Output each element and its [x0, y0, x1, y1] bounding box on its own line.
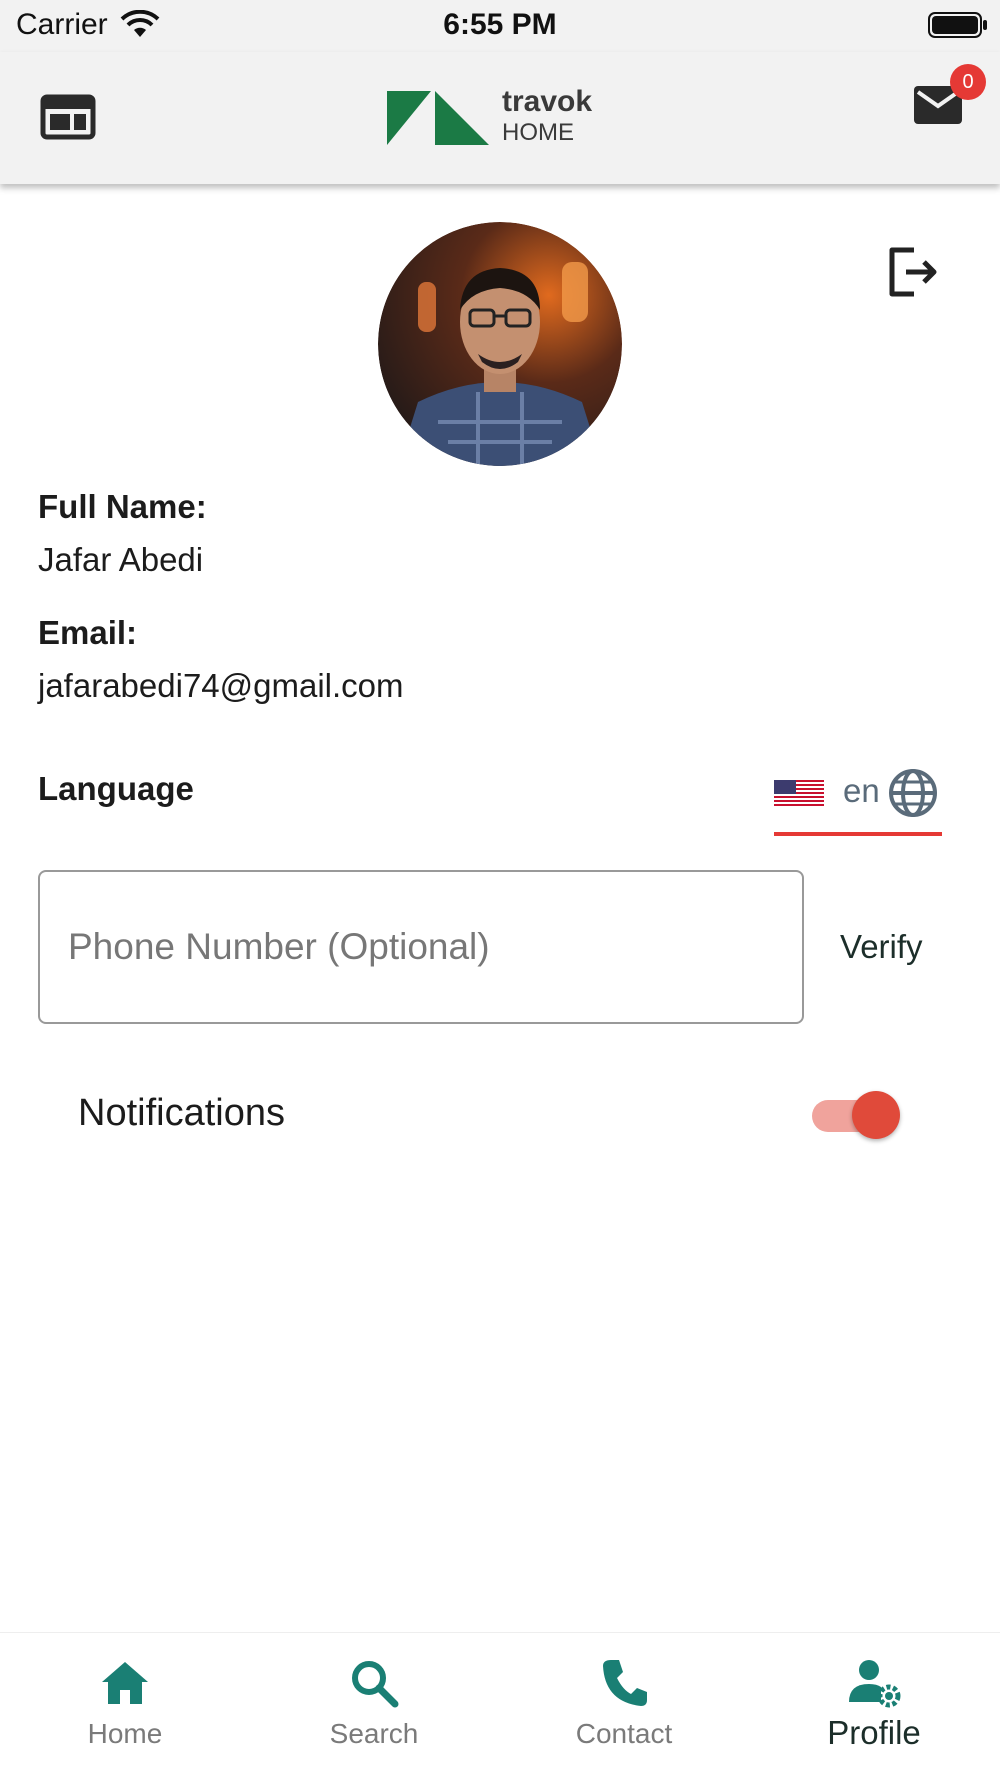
notifications-label: Notifications	[78, 1092, 285, 1134]
full-name-label: Full Name:	[38, 488, 207, 525]
phone-number-input[interactable]	[38, 870, 804, 1024]
search-icon	[352, 1661, 399, 1708]
email-value: jafarabedi74@gmail.com	[38, 667, 404, 704]
nav-profile[interactable]: Profile	[774, 1648, 974, 1768]
profile-avatar[interactable]	[378, 222, 622, 466]
logo-brand-text: travok	[502, 85, 592, 118]
nav-home-label: Home	[87, 1718, 163, 1749]
globe-icon	[889, 769, 937, 817]
language-code: en	[843, 772, 880, 809]
phone-icon	[603, 1660, 647, 1706]
status-time: 6:55 PM	[443, 8, 557, 41]
email-label: Email:	[38, 614, 138, 651]
travok-home-logo: travok HOME	[387, 85, 592, 146]
full-name-value: Jafar Abedi	[38, 541, 204, 578]
mail-count-badge: 0	[950, 64, 986, 100]
verify-button[interactable]: Verify	[840, 928, 923, 966]
language-label: Language	[38, 770, 194, 807]
nav-search-label: Search	[329, 1718, 419, 1749]
nav-home[interactable]: Home	[25, 1648, 225, 1768]
logo-sub-text: HOME	[502, 119, 574, 146]
us-flag-icon	[774, 780, 824, 806]
notifications-toggle-knob[interactable]	[852, 1091, 900, 1139]
profile-settings-icon	[849, 1660, 901, 1708]
nav-profile-label: Profile	[827, 1714, 921, 1751]
dashboard-menu-icon[interactable]	[40, 94, 96, 140]
nav-search[interactable]: Search	[274, 1648, 474, 1768]
logout-icon[interactable]	[884, 244, 940, 300]
battery-icon	[928, 12, 987, 38]
nav-contact[interactable]: Contact	[524, 1648, 724, 1768]
home-icon	[102, 1662, 148, 1704]
nav-contact-label: Contact	[575, 1718, 673, 1749]
